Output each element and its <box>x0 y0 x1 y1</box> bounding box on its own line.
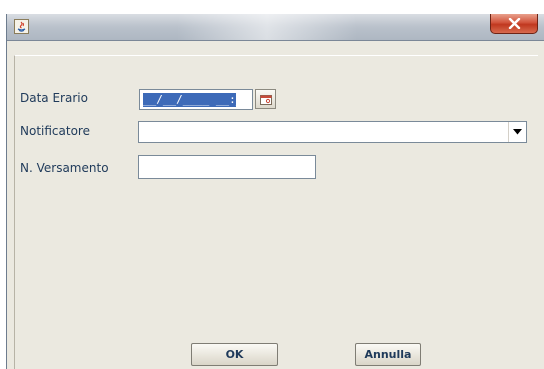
notifier-select[interactable] <box>138 121 527 143</box>
java-icon[interactable] <box>14 19 29 34</box>
form-panel <box>14 55 538 369</box>
calendar-button[interactable] <box>255 89 276 109</box>
close-button[interactable] <box>490 14 538 34</box>
dialog-window <box>6 14 544 369</box>
calendar-icon <box>260 95 272 105</box>
date-input[interactable]: __/__/____ __:__ <box>139 89 253 110</box>
notifier-dropdown-button[interactable] <box>508 122 526 142</box>
ok-button[interactable]: OK <box>191 343 278 366</box>
close-icon <box>508 18 521 29</box>
date-label: Data Erario <box>20 91 88 105</box>
chevron-down-icon <box>513 129 522 135</box>
payment-number-input[interactable] <box>138 155 316 179</box>
title-bar[interactable] <box>7 14 544 41</box>
payment-label: N. Versamento <box>20 161 109 175</box>
date-value: __/__/____ __:__ <box>143 93 236 107</box>
notifier-label: Notificatore <box>20 124 90 138</box>
title-bar-glow <box>177 14 357 40</box>
cancel-button[interactable]: Annulla <box>355 343 421 366</box>
